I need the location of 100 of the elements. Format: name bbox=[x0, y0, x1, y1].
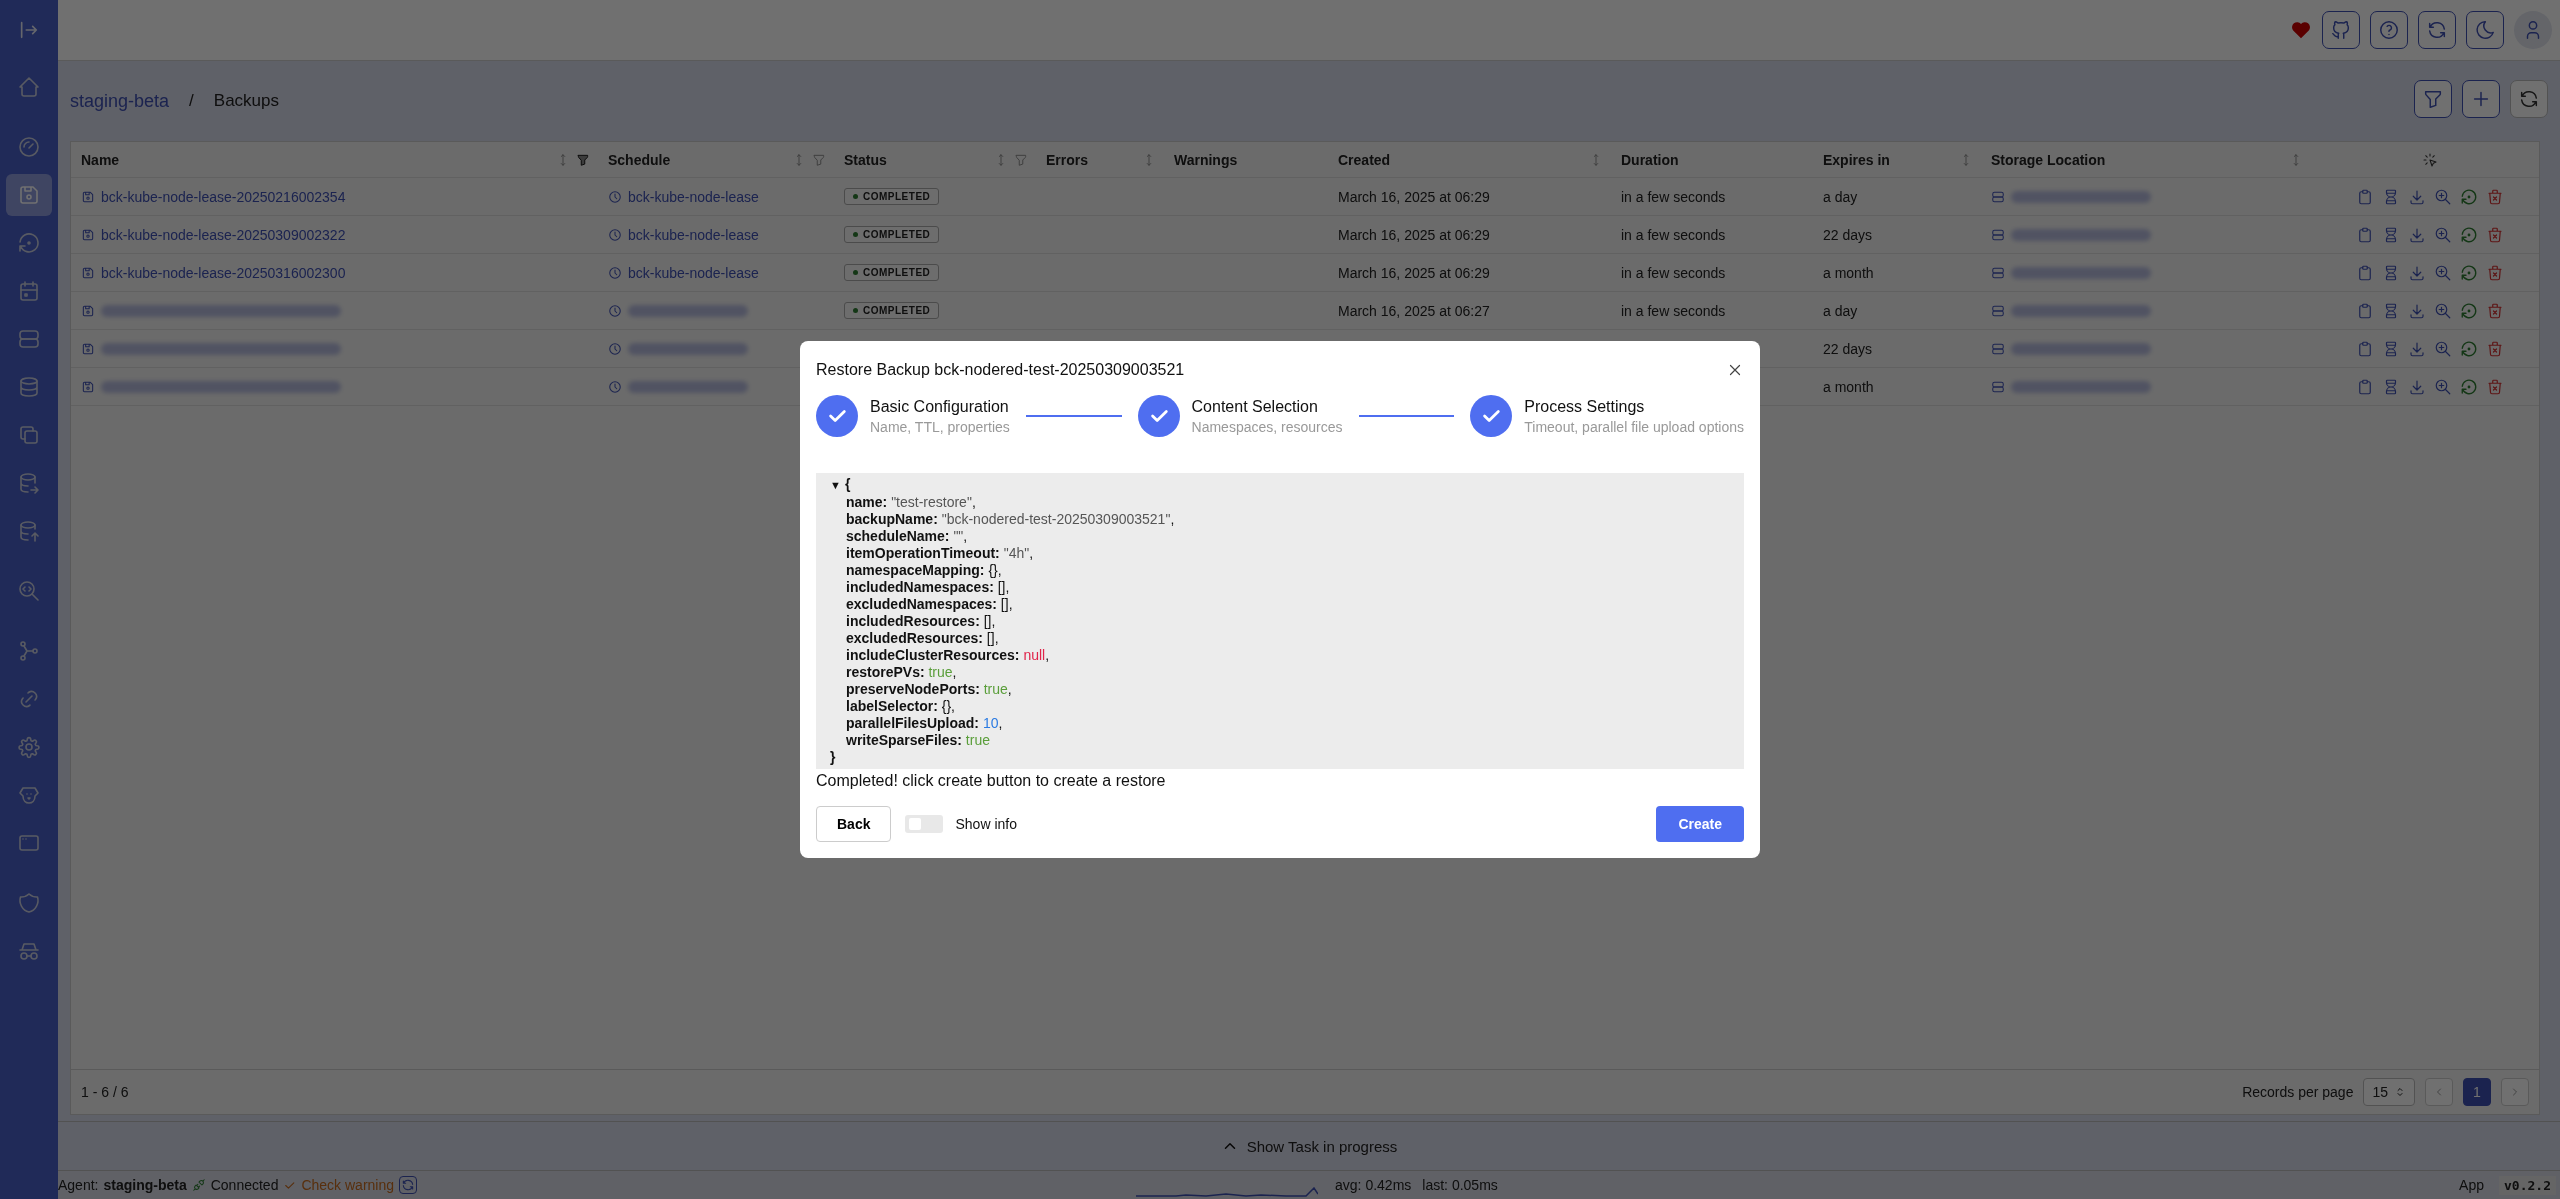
trash-icon[interactable] bbox=[2486, 377, 2504, 396]
pointer-icon[interactable] bbox=[2422, 151, 2438, 168]
breadcrumb-link[interactable]: staging-beta bbox=[70, 90, 170, 112]
zoom-in-icon[interactable] bbox=[2434, 377, 2452, 396]
zoom-in-icon[interactable] bbox=[2434, 339, 2452, 358]
filter-icon[interactable] bbox=[1014, 152, 1028, 167]
connection-status: Connected bbox=[210, 1177, 279, 1193]
reload-button[interactable] bbox=[2510, 80, 2548, 118]
calendar-icon bbox=[17, 279, 41, 303]
table-cell: in a few seconds bbox=[1621, 226, 1726, 243]
table-cell: a month bbox=[1823, 378, 1874, 395]
json-line: scheduleName: "", bbox=[845, 528, 969, 545]
page-size-select[interactable]: 15 bbox=[2363, 1078, 2415, 1106]
plug-icon bbox=[191, 1178, 206, 1192]
github-button[interactable] bbox=[2322, 11, 2360, 49]
breadcrumb-current: Backups bbox=[213, 91, 279, 111]
trash-icon[interactable] bbox=[2486, 225, 2504, 244]
heart-icon bbox=[2290, 19, 2312, 41]
restore-icon[interactable] bbox=[2460, 339, 2478, 358]
dark-mode-button[interactable] bbox=[2466, 11, 2504, 49]
refresh-icon bbox=[401, 1178, 416, 1192]
sidebar-item[interactable] bbox=[6, 174, 52, 216]
clipboard-icon[interactable] bbox=[2356, 187, 2374, 206]
zoom-in-icon[interactable] bbox=[2434, 225, 2452, 244]
json-line: labelSelector: {}, bbox=[845, 698, 956, 715]
json-line: namespaceMapping: {}, bbox=[845, 562, 1003, 579]
records-per-page-label: Records per page bbox=[2242, 1084, 2354, 1100]
code-search-icon bbox=[17, 579, 41, 603]
add-button[interactable] bbox=[2462, 80, 2500, 118]
restore-icon[interactable] bbox=[2460, 377, 2478, 396]
schedule-link[interactable]: bck-kube-node-lease bbox=[628, 188, 759, 205]
column-header: Errors bbox=[1046, 151, 1089, 168]
table-cell: March 16, 2025 at 06:27 bbox=[1338, 302, 1490, 319]
server-icon bbox=[17, 327, 41, 351]
trash-icon[interactable] bbox=[2486, 339, 2504, 358]
back-button[interactable]: Back bbox=[816, 806, 892, 842]
status-message: Completed! click create button to create a restore bbox=[816, 772, 1167, 790]
step-title: Basic Configuration bbox=[870, 397, 1010, 416]
average-latency: avg: 0.42ms bbox=[1335, 1177, 1412, 1193]
step-subtitle: Timeout, parallel file upload options bbox=[1524, 418, 1744, 435]
page-button[interactable]: 1 bbox=[2463, 1078, 2491, 1106]
json-line: excludedNamespaces: [], bbox=[845, 596, 1014, 613]
create-button[interactable]: Create bbox=[1656, 806, 1744, 842]
schedule-link[interactable]: bck-kube-node-lease bbox=[628, 264, 759, 281]
filter-icon[interactable] bbox=[812, 152, 826, 167]
version-label: v0.2.2 bbox=[2499, 1175, 2556, 1195]
floppy-disk-icon bbox=[81, 341, 95, 356]
backup-name-link[interactable]: bck-kube-node-lease-20250309002322 bbox=[101, 226, 346, 243]
restore-icon[interactable] bbox=[2460, 187, 2478, 206]
json-line: restorePVs: true, bbox=[845, 664, 958, 681]
table-cell: in a few seconds bbox=[1621, 188, 1726, 205]
trash-icon[interactable] bbox=[2486, 263, 2504, 282]
json-line: writeSparseFiles: true bbox=[845, 732, 991, 749]
dialog-title: Restore Backup bck-nodered-test-20250309003521 bbox=[816, 361, 1185, 379]
collapse-toggle[interactable]: ▼ bbox=[830, 479, 841, 491]
storage-icon bbox=[1991, 379, 2005, 394]
table-cell: a day bbox=[1823, 188, 1858, 205]
floppy-disk-icon bbox=[81, 265, 95, 280]
restore-icon[interactable] bbox=[2460, 263, 2478, 282]
expand-icon[interactable] bbox=[18, 19, 40, 41]
clock-icon bbox=[608, 303, 622, 318]
schedule-link[interactable]: bck-kube-node-lease bbox=[628, 226, 759, 243]
filter-icon[interactable] bbox=[576, 152, 590, 167]
clipboard-icon[interactable] bbox=[2356, 339, 2374, 358]
shield-icon bbox=[17, 891, 41, 915]
help-button[interactable] bbox=[2370, 11, 2408, 49]
clipboard-icon[interactable] bbox=[2356, 301, 2374, 320]
clock-icon bbox=[608, 341, 622, 356]
floppy-disk-icon bbox=[81, 379, 95, 394]
refresh-icon bbox=[2518, 88, 2540, 110]
next-page-button[interactable] bbox=[2501, 1078, 2529, 1106]
storage-icon bbox=[1991, 189, 2005, 204]
show-tasks-toggle[interactable]: Show Task in progress bbox=[1220, 1137, 1398, 1155]
sync-button[interactable] bbox=[399, 1176, 418, 1194]
backup-name-link[interactable]: bck-kube-node-lease-20250316002300 bbox=[101, 264, 346, 281]
last-latency: last: 0.05ms bbox=[1422, 1177, 1498, 1193]
restore-icon[interactable] bbox=[2460, 225, 2478, 244]
gauge-icon bbox=[17, 135, 41, 159]
record-count: 1 - 6 / 6 bbox=[81, 1084, 129, 1100]
zoom-in-icon[interactable] bbox=[2434, 301, 2452, 320]
zoom-in-icon[interactable] bbox=[2434, 187, 2452, 206]
trash-icon[interactable] bbox=[2486, 301, 2504, 320]
json-line: itemOperationTimeout: "4h", bbox=[845, 545, 1035, 562]
clipboard-icon[interactable] bbox=[2356, 377, 2374, 396]
trash-icon[interactable] bbox=[2486, 187, 2504, 206]
backup-name-link[interactable]: bck-kube-node-lease-20250216002354 bbox=[101, 188, 346, 205]
clipboard-icon[interactable] bbox=[2356, 225, 2374, 244]
user-avatar[interactable] bbox=[2514, 11, 2552, 49]
column-header: Storage Location bbox=[1991, 151, 2106, 168]
breadcrumb-separator: / bbox=[189, 91, 194, 111]
status-badge: COMPLETED bbox=[844, 264, 940, 281]
restore-icon[interactable] bbox=[2460, 301, 2478, 320]
network-icon bbox=[17, 639, 41, 663]
step-subtitle: Namespaces, resources bbox=[1191, 418, 1343, 435]
clock-icon bbox=[608, 189, 622, 204]
clipboard-icon[interactable] bbox=[2356, 263, 2374, 282]
zoom-in-icon[interactable] bbox=[2434, 263, 2452, 282]
json-line: preserveNodePorts: true, bbox=[845, 681, 1013, 698]
refresh-button[interactable] bbox=[2418, 11, 2456, 49]
filter-button[interactable] bbox=[2414, 80, 2452, 118]
